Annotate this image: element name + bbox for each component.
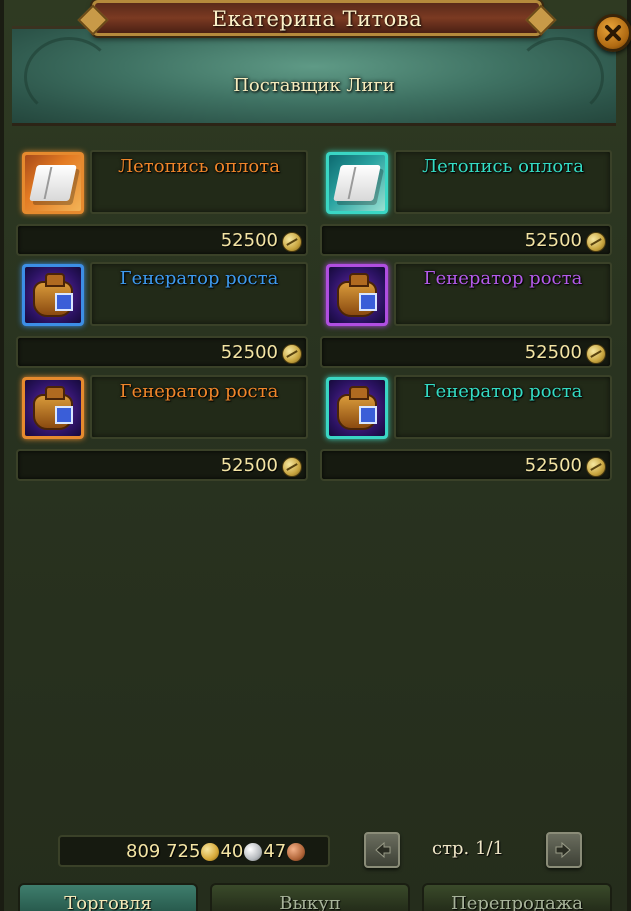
item-slot[interactable]: Летопись оплота — [324, 150, 612, 216]
item-name-box: Генератор роста — [90, 375, 308, 439]
tab-label: Выкуп — [279, 893, 341, 911]
item-price-box: 52500 — [16, 449, 308, 481]
generator-pot-icon — [337, 386, 377, 430]
generator-pot-icon — [337, 273, 377, 317]
item-slot[interactable]: Генератор роста — [324, 262, 612, 328]
item-name-box: Летопись оплота — [394, 150, 612, 214]
generator-pot-icon — [33, 273, 73, 317]
copper-coin-icon — [287, 842, 306, 861]
league-coin-icon — [282, 457, 302, 477]
item-slot[interactable]: Генератор роста — [324, 375, 612, 441]
item-name: Генератор роста — [423, 268, 583, 289]
tab-resale[interactable]: Перепродажа — [422, 883, 612, 911]
league-coin-icon — [586, 344, 606, 364]
item-name: Генератор роста — [119, 268, 279, 289]
item-price-box: 52500 — [16, 336, 308, 368]
generator-icon — [25, 267, 81, 323]
prev-page-button[interactable] — [364, 832, 400, 868]
vendor-item[interactable]: Генератор роста 52500 — [16, 262, 308, 374]
book-icon — [25, 155, 81, 211]
close-button[interactable] — [594, 14, 631, 52]
vendor-item[interactable]: Генератор роста 52500 — [16, 375, 308, 487]
item-name-box: Генератор роста — [394, 262, 612, 326]
item-name: Генератор роста — [423, 381, 583, 402]
item-name: Летопись оплота — [118, 156, 280, 177]
generator-pot-icon — [33, 386, 73, 430]
vendor-item[interactable]: Генератор роста 52500 — [320, 262, 612, 374]
arrow-left-icon — [375, 841, 391, 859]
vendor-window: Поставщик Лиги Екатерина Титова Летопись… — [0, 0, 631, 911]
item-price: 52500 — [524, 230, 582, 251]
item-price: 52500 — [220, 230, 278, 251]
tab-label: Перепродажа — [451, 893, 583, 911]
league-coin-icon — [282, 232, 302, 252]
page-indicator: стр. 1/1 — [432, 838, 504, 859]
item-name-box: Летопись оплота — [90, 150, 308, 214]
item-price: 52500 — [524, 342, 582, 363]
item-price-box: 52500 — [16, 224, 308, 256]
npc-name: Екатерина Титова — [211, 7, 423, 31]
league-coin-icon — [586, 457, 606, 477]
generator-icon — [329, 267, 385, 323]
item-price: 52500 — [524, 455, 582, 476]
item-price: 52500 — [220, 342, 278, 363]
gold-amount: 809 725 — [126, 841, 201, 862]
wallet-display: 809 725 40 47 — [58, 835, 330, 867]
item-icon-frame[interactable] — [22, 377, 84, 439]
item-icon-frame[interactable] — [326, 264, 388, 326]
item-name: Генератор роста — [119, 381, 279, 402]
item-name-box: Генератор роста — [90, 262, 308, 326]
generator-icon — [329, 380, 385, 436]
league-coin-icon — [282, 344, 302, 364]
item-slot[interactable]: Летопись оплота — [20, 150, 308, 216]
item-slot[interactable]: Генератор роста — [20, 262, 308, 328]
tab-buyback[interactable]: Выкуп — [210, 883, 410, 911]
close-icon — [605, 25, 621, 41]
vendor-item[interactable]: Летопись оплота 52500 — [16, 150, 308, 262]
item-price: 52500 — [220, 455, 278, 476]
tab-trade[interactable]: Торговля — [18, 883, 198, 911]
league-coin-icon — [586, 232, 606, 252]
header-banner: Поставщик Лиги — [12, 26, 616, 126]
item-icon-frame[interactable] — [22, 152, 84, 214]
book-icon — [329, 155, 385, 211]
next-page-button[interactable] — [546, 832, 582, 868]
silver-amount: 40 — [220, 841, 244, 862]
item-name: Летопись оплота — [422, 156, 584, 177]
item-icon-frame[interactable] — [326, 377, 388, 439]
vendor-item[interactable]: Генератор роста 52500 — [320, 375, 612, 487]
vendor-item[interactable]: Летопись оплота 52500 — [320, 150, 612, 262]
arrow-right-icon — [555, 841, 571, 859]
npc-role: Поставщик Лиги — [233, 75, 395, 96]
book-pages-icon — [29, 165, 77, 201]
item-slot[interactable]: Генератор роста — [20, 375, 308, 441]
silver-coin-icon — [244, 842, 263, 861]
book-pages-icon — [333, 165, 381, 201]
item-price-box: 52500 — [320, 224, 612, 256]
title-plaque: Екатерина Титова — [92, 0, 542, 36]
item-name-box: Генератор роста — [394, 375, 612, 439]
item-price-box: 52500 — [320, 336, 612, 368]
generator-icon — [25, 380, 81, 436]
gold-coin-icon — [201, 842, 220, 861]
wallet-amount: 809 725 40 47 — [126, 841, 306, 862]
tab-label: Торговля — [64, 893, 152, 911]
item-price-box: 52500 — [320, 449, 612, 481]
copper-amount: 47 — [263, 841, 287, 862]
item-icon-frame[interactable] — [22, 264, 84, 326]
item-icon-frame[interactable] — [326, 152, 388, 214]
